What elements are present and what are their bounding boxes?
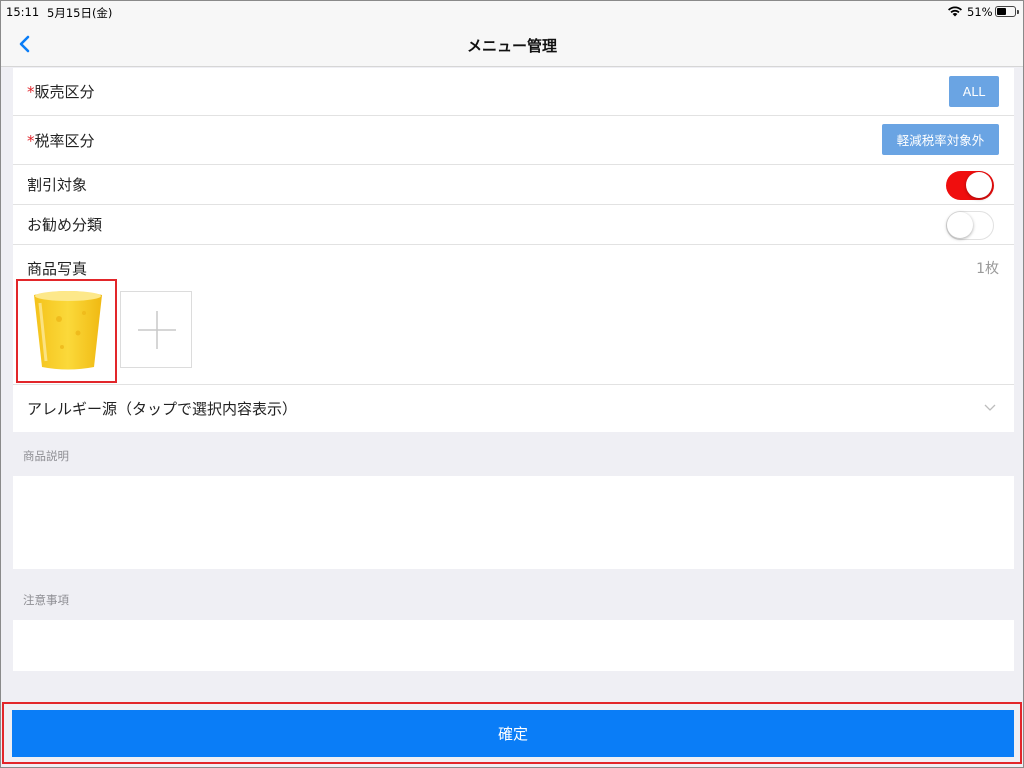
allergen-label: アレルギー源（タップで選択内容表示）: [27, 400, 298, 418]
notes-label: 注意事項: [23, 593, 69, 607]
plus-icon: [138, 311, 176, 349]
product-photo-thumbnail[interactable]: [16, 279, 117, 383]
tax-category-row: *税率区分 軽減税率対象外: [13, 116, 1014, 165]
description-label: 商品説明: [23, 449, 69, 463]
confirm-button[interactable]: 確定: [12, 710, 1014, 757]
discount-target-label: 割引対象: [27, 176, 88, 194]
discount-target-toggle[interactable]: [946, 171, 994, 200]
toggle-knob: [947, 212, 973, 238]
juice-glass-image: [34, 291, 102, 370]
recommended-category-label: お勧め分類: [27, 216, 103, 234]
wifi-icon: [948, 6, 962, 17]
app-screen: 15:11 5月15日(金) 51% メニュー管理 *販売区分 ALL *税率区…: [0, 0, 1024, 768]
product-photo-label: 商品写真: [27, 260, 88, 278]
menu-form: *販売区分 ALL *税率区分 軽減税率対象外 割引対象 お勧め分類 商品写真 …: [13, 68, 1014, 432]
tax-category-label-text: 税率区分: [34, 132, 95, 150]
page-title: メニュー管理: [466, 37, 557, 55]
add-photo-button[interactable]: [120, 291, 192, 368]
allergen-row[interactable]: アレルギー源（タップで選択内容表示）: [13, 385, 1014, 432]
required-mark: *: [27, 132, 35, 150]
sales-category-label: *販売区分: [27, 81, 95, 102]
photo-count: 1枚: [976, 261, 999, 277]
recommended-category-toggle[interactable]: [946, 211, 994, 240]
toggle-knob: [966, 172, 992, 198]
status-date: 5月15日(金): [47, 6, 113, 20]
chevron-down-icon: [984, 404, 996, 411]
sales-category-button[interactable]: ALL: [949, 76, 999, 107]
battery-icon: [995, 6, 1019, 17]
status-time: 15:11: [6, 5, 40, 19]
tax-category-button[interactable]: 軽減税率対象外: [882, 124, 999, 155]
nav-bar: メニュー管理: [1, 23, 1023, 67]
recommended-category-row: お勧め分類: [13, 205, 1014, 245]
sales-category-row: *販売区分 ALL: [13, 68, 1014, 116]
battery-percent: 51%: [967, 5, 993, 19]
description-textarea[interactable]: [13, 476, 1014, 569]
required-mark: *: [27, 83, 35, 101]
status-bar: 15:11 5月15日(金) 51%: [1, 1, 1023, 23]
product-photo-row: 商品写真 1枚: [13, 245, 1014, 385]
notes-textarea[interactable]: [13, 620, 1014, 671]
discount-target-row: 割引対象: [13, 165, 1014, 205]
tax-category-label: *税率区分: [27, 130, 95, 151]
sales-category-label-text: 販売区分: [34, 83, 95, 101]
